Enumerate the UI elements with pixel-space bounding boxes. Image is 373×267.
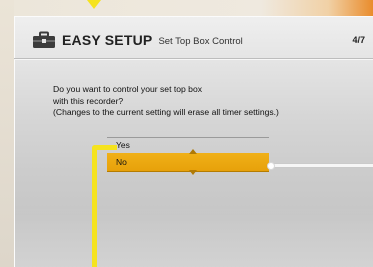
callout-line: [270, 164, 373, 167]
header-divider: [14, 58, 373, 59]
yellow-pointer-icon: [87, 0, 101, 9]
step-indicator: 4/7: [352, 35, 365, 45]
panel-lower-band: [14, 206, 373, 267]
question-line-1: Do you want to control your set top box: [53, 84, 203, 94]
question-line-2: with this recorder?: [53, 95, 124, 106]
header: EASY SETUP Set Top Box Control: [32, 30, 243, 50]
option-list: Yes No: [107, 137, 269, 175]
question-line-3: (Changes to the current setting will era…: [53, 107, 279, 117]
background-left-strip: [0, 0, 14, 267]
yellow-bracket-horizontal: [92, 145, 117, 150]
scroll-up-icon: [189, 149, 197, 154]
scroll-down-icon: [189, 170, 197, 175]
callout-dot: [267, 162, 275, 170]
option-no-selected[interactable]: No: [107, 149, 269, 175]
toolbox-icon: [33, 31, 55, 48]
yellow-bracket-vertical: [92, 145, 97, 267]
question-text: Do you want to control your set top box …: [53, 84, 353, 119]
page-subtitle: Set Top Box Control: [158, 35, 243, 47]
option-yes[interactable]: Yes: [107, 138, 269, 153]
page-title: EASY SETUP: [62, 32, 153, 48]
option-no-label: No: [116, 157, 127, 167]
background-top-strip: [0, 0, 373, 16]
